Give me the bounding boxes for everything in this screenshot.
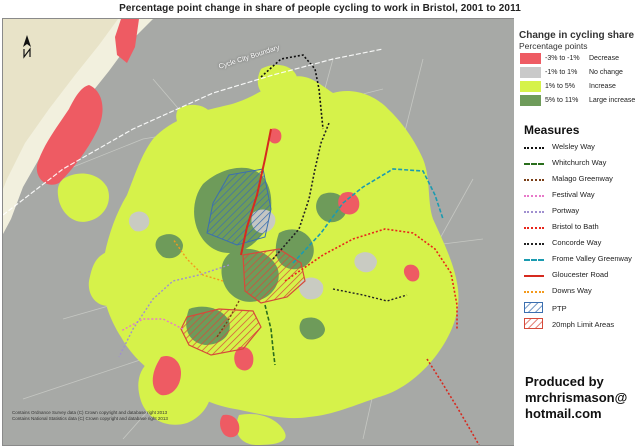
legend-measure-label: Concorde Way (552, 238, 602, 247)
legend-box-20mph (524, 318, 543, 329)
legend-line-bristol-bath (524, 227, 544, 229)
legend-area-label: PTP (552, 304, 567, 313)
copyright-notice: Contains Ordnance Survey data (C) Crown … (12, 410, 168, 422)
legend-line-welsley (524, 147, 544, 149)
legend-measure-label: Portway (552, 206, 580, 215)
legend-line-whitchurch (524, 163, 544, 165)
credit-line-1: Produced by (525, 374, 604, 389)
legend-line-festival (524, 195, 544, 197)
legend-measures-title: Measures (524, 123, 580, 137)
legend-line-portway (524, 211, 544, 213)
credit-line-2: mrchrismason@ (525, 390, 628, 405)
legend-line-frome (524, 259, 544, 261)
legend-class-decrease: -3% to -1% Decrease (545, 55, 619, 62)
map-frame (2, 18, 516, 446)
legend-measure-label: Welsley Way (552, 142, 595, 151)
legend-change-title: Change in cycling share (519, 30, 635, 41)
legend-measure-label: Bristol to Bath (552, 222, 599, 231)
legend-line-gloucester (524, 275, 544, 277)
credit-line-3: hotmail.com (525, 406, 602, 421)
route-south-extension (426, 358, 480, 445)
legend-area-label: 20mph Limit Areas (552, 320, 615, 329)
map-figure: Percentage point change in share of peop… (0, 0, 640, 446)
legend-measure-label: Festival Way (552, 190, 595, 199)
legend-measure-label: Whitchurch Way (552, 158, 607, 167)
legend-line-downs (524, 291, 544, 293)
legend-swatch-large-increase (520, 95, 541, 106)
legend-line-concorde (524, 243, 544, 245)
legend-class-range: -3% to -1% (545, 55, 580, 62)
map-canvas (3, 19, 484, 445)
legend-class-large-increase: 5% to 11% Large increase (545, 97, 635, 104)
legend-class-range: 5% to 11% (545, 97, 579, 104)
legend-measure-label: Downs Way (552, 286, 592, 295)
legend-measure-label: Gloucester Road (552, 270, 609, 279)
legend-class-increase: 1% to 5% Increase (545, 83, 616, 90)
legend-measure-label: Malago Greenway (552, 174, 613, 183)
credit-block: Produced by mrchrismason@ hotmail.com (525, 374, 627, 422)
legend-swatch-increase (520, 81, 541, 92)
legend-class-no-change: -1% to 1% No change (545, 69, 623, 76)
legend-line-malago (524, 179, 544, 181)
legend-class-label: No change (589, 69, 623, 76)
legend-swatch-decrease (520, 53, 541, 64)
legend-class-label: Large increase (589, 97, 636, 104)
legend-class-range: -1% to 1% (545, 69, 578, 76)
legend-swatch-no-change (520, 67, 541, 78)
copyright-line-2: Contains National Statistics data (C) Cr… (12, 416, 168, 421)
legend-class-label: Increase (589, 83, 616, 90)
legend-measure-label: Frome Valley Greenway (552, 254, 632, 263)
legend-change-subtitle: Percentage points (519, 41, 588, 51)
legend-box-ptp (524, 302, 543, 313)
map-title: Percentage point change in share of peop… (119, 3, 521, 14)
legend-class-range: 1% to 5% (545, 83, 575, 90)
legend-class-label: Decrease (589, 55, 619, 62)
